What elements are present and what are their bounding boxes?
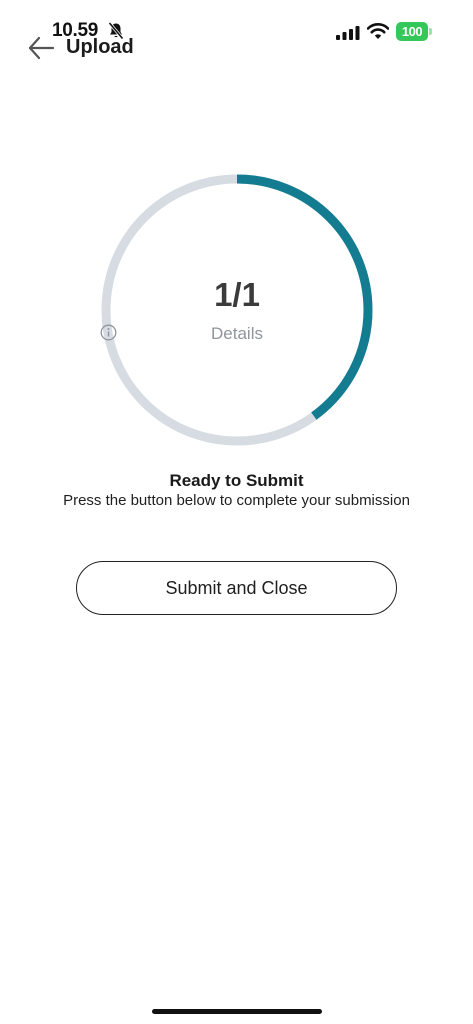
progress-count: 1/1 [214,276,260,313]
battery-icon: 100 [396,22,432,41]
progress-ring: 1/1 Details [100,173,374,447]
signal-icon [336,26,360,40]
home-indicator [152,1009,322,1014]
arrow-left-icon [28,36,55,60]
ready-subtitle: Press the button below to complete your … [63,492,410,509]
back-button[interactable] [26,34,56,62]
progress-caption-label: Details [211,324,263,343]
wifi-icon [367,23,389,39]
battery-cap [429,28,432,35]
progress-caption: Details [100,324,374,344]
submit-and-close-button[interactable]: Submit and Close [76,561,397,615]
ready-title: Ready to Submit [169,471,304,490]
page-title: Upload [66,36,134,58]
info-icon[interactable] [100,324,117,341]
battery-level: 100 [396,22,428,41]
